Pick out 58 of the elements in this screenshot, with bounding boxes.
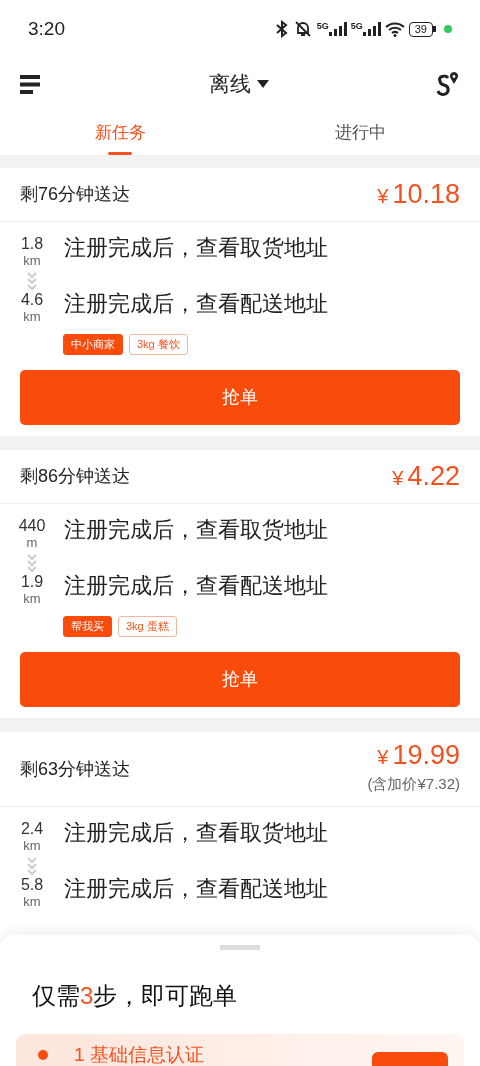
distance-unit-text: km — [23, 839, 41, 853]
battery-tip-icon — [433, 26, 436, 32]
distance-unit-text: m — [26, 536, 38, 550]
delivery-time-text: 剩76分钟送达 — [20, 183, 131, 206]
distance-unit-text: km — [23, 254, 41, 268]
network-type-text: 5G — [350, 22, 363, 31]
price-text: 19.99 — [392, 742, 460, 770]
address-text: 注册完成后，查看取货地址 — [64, 516, 328, 544]
arrow-down-icon — [27, 857, 37, 875]
distance-unit-text: km — [23, 592, 41, 606]
address-text: 注册完成后，查看取货地址 — [64, 819, 328, 847]
status-dot-icon — [444, 25, 452, 33]
currency-text: ¥ — [377, 747, 389, 768]
price-text: 4.22 — [407, 463, 460, 490]
menu-icon[interactable] — [20, 74, 41, 94]
tab[interactable]: 进行中 — [334, 120, 386, 146]
tag: 3kg 餐饮 — [129, 334, 188, 355]
tab-indicator — [108, 152, 132, 155]
distance-unit-text: km — [23, 895, 41, 909]
delivery-time-text: 剩63分钟送达 — [20, 757, 131, 781]
muted-bell-icon — [292, 20, 313, 38]
distance-text: 2.4 — [20, 819, 44, 839]
grab-order-button[interactable]: 抢单 — [20, 652, 460, 707]
signal-icon — [328, 22, 347, 36]
tag: 3kg 蛋糕 — [118, 616, 177, 637]
distance-text: 440 — [18, 516, 46, 536]
drag-handle[interactable] — [220, 945, 260, 950]
delivery-time-text: 剩86分钟送达 — [20, 465, 131, 488]
grab-order-button[interactable]: 抢单 — [20, 370, 460, 425]
clock-text: 3:20 — [28, 16, 65, 41]
tag: 帮我买 — [63, 616, 112, 637]
wifi-icon — [384, 21, 405, 37]
distance-text: 1.8 — [20, 234, 44, 254]
distance-text: 1.9 — [20, 572, 44, 592]
address-text: 注册完成后，查看配送地址 — [64, 572, 328, 600]
distance-unit-text: km — [23, 310, 41, 324]
caret-icon — [256, 80, 269, 88]
arrow-down-icon — [27, 272, 37, 290]
surcharge-text: (含加价¥7.32) — [367, 774, 460, 795]
arrow-down-icon — [27, 554, 37, 572]
address-text: 注册完成后，查看配送地址 — [64, 875, 328, 903]
signal-icon — [362, 22, 381, 36]
status-dropdown[interactable]: 离线 — [208, 68, 269, 100]
currency-text: ¥ — [377, 186, 389, 206]
address-text: 注册完成后，查看配送地址 — [64, 290, 328, 318]
location-pin-icon[interactable] — [436, 72, 460, 96]
distance-text: 5.8 — [20, 875, 44, 895]
tab[interactable]: 新任务 — [94, 120, 146, 146]
bluetooth-icon — [274, 20, 289, 38]
bullet-icon — [38, 1050, 48, 1060]
currency-text: ¥ — [392, 468, 404, 488]
address-text: 注册完成后，查看取货地址 — [64, 234, 328, 262]
sheet-title: 仅需3步，即可跑单 — [31, 981, 239, 1011]
tag: 中小商家 — [63, 334, 123, 355]
network-type-text: 5G — [316, 22, 329, 31]
price-text: 10.18 — [392, 181, 460, 208]
step-title: 1 基础信息认证 — [74, 1044, 204, 1066]
distance-text: 4.6 — [20, 290, 44, 310]
